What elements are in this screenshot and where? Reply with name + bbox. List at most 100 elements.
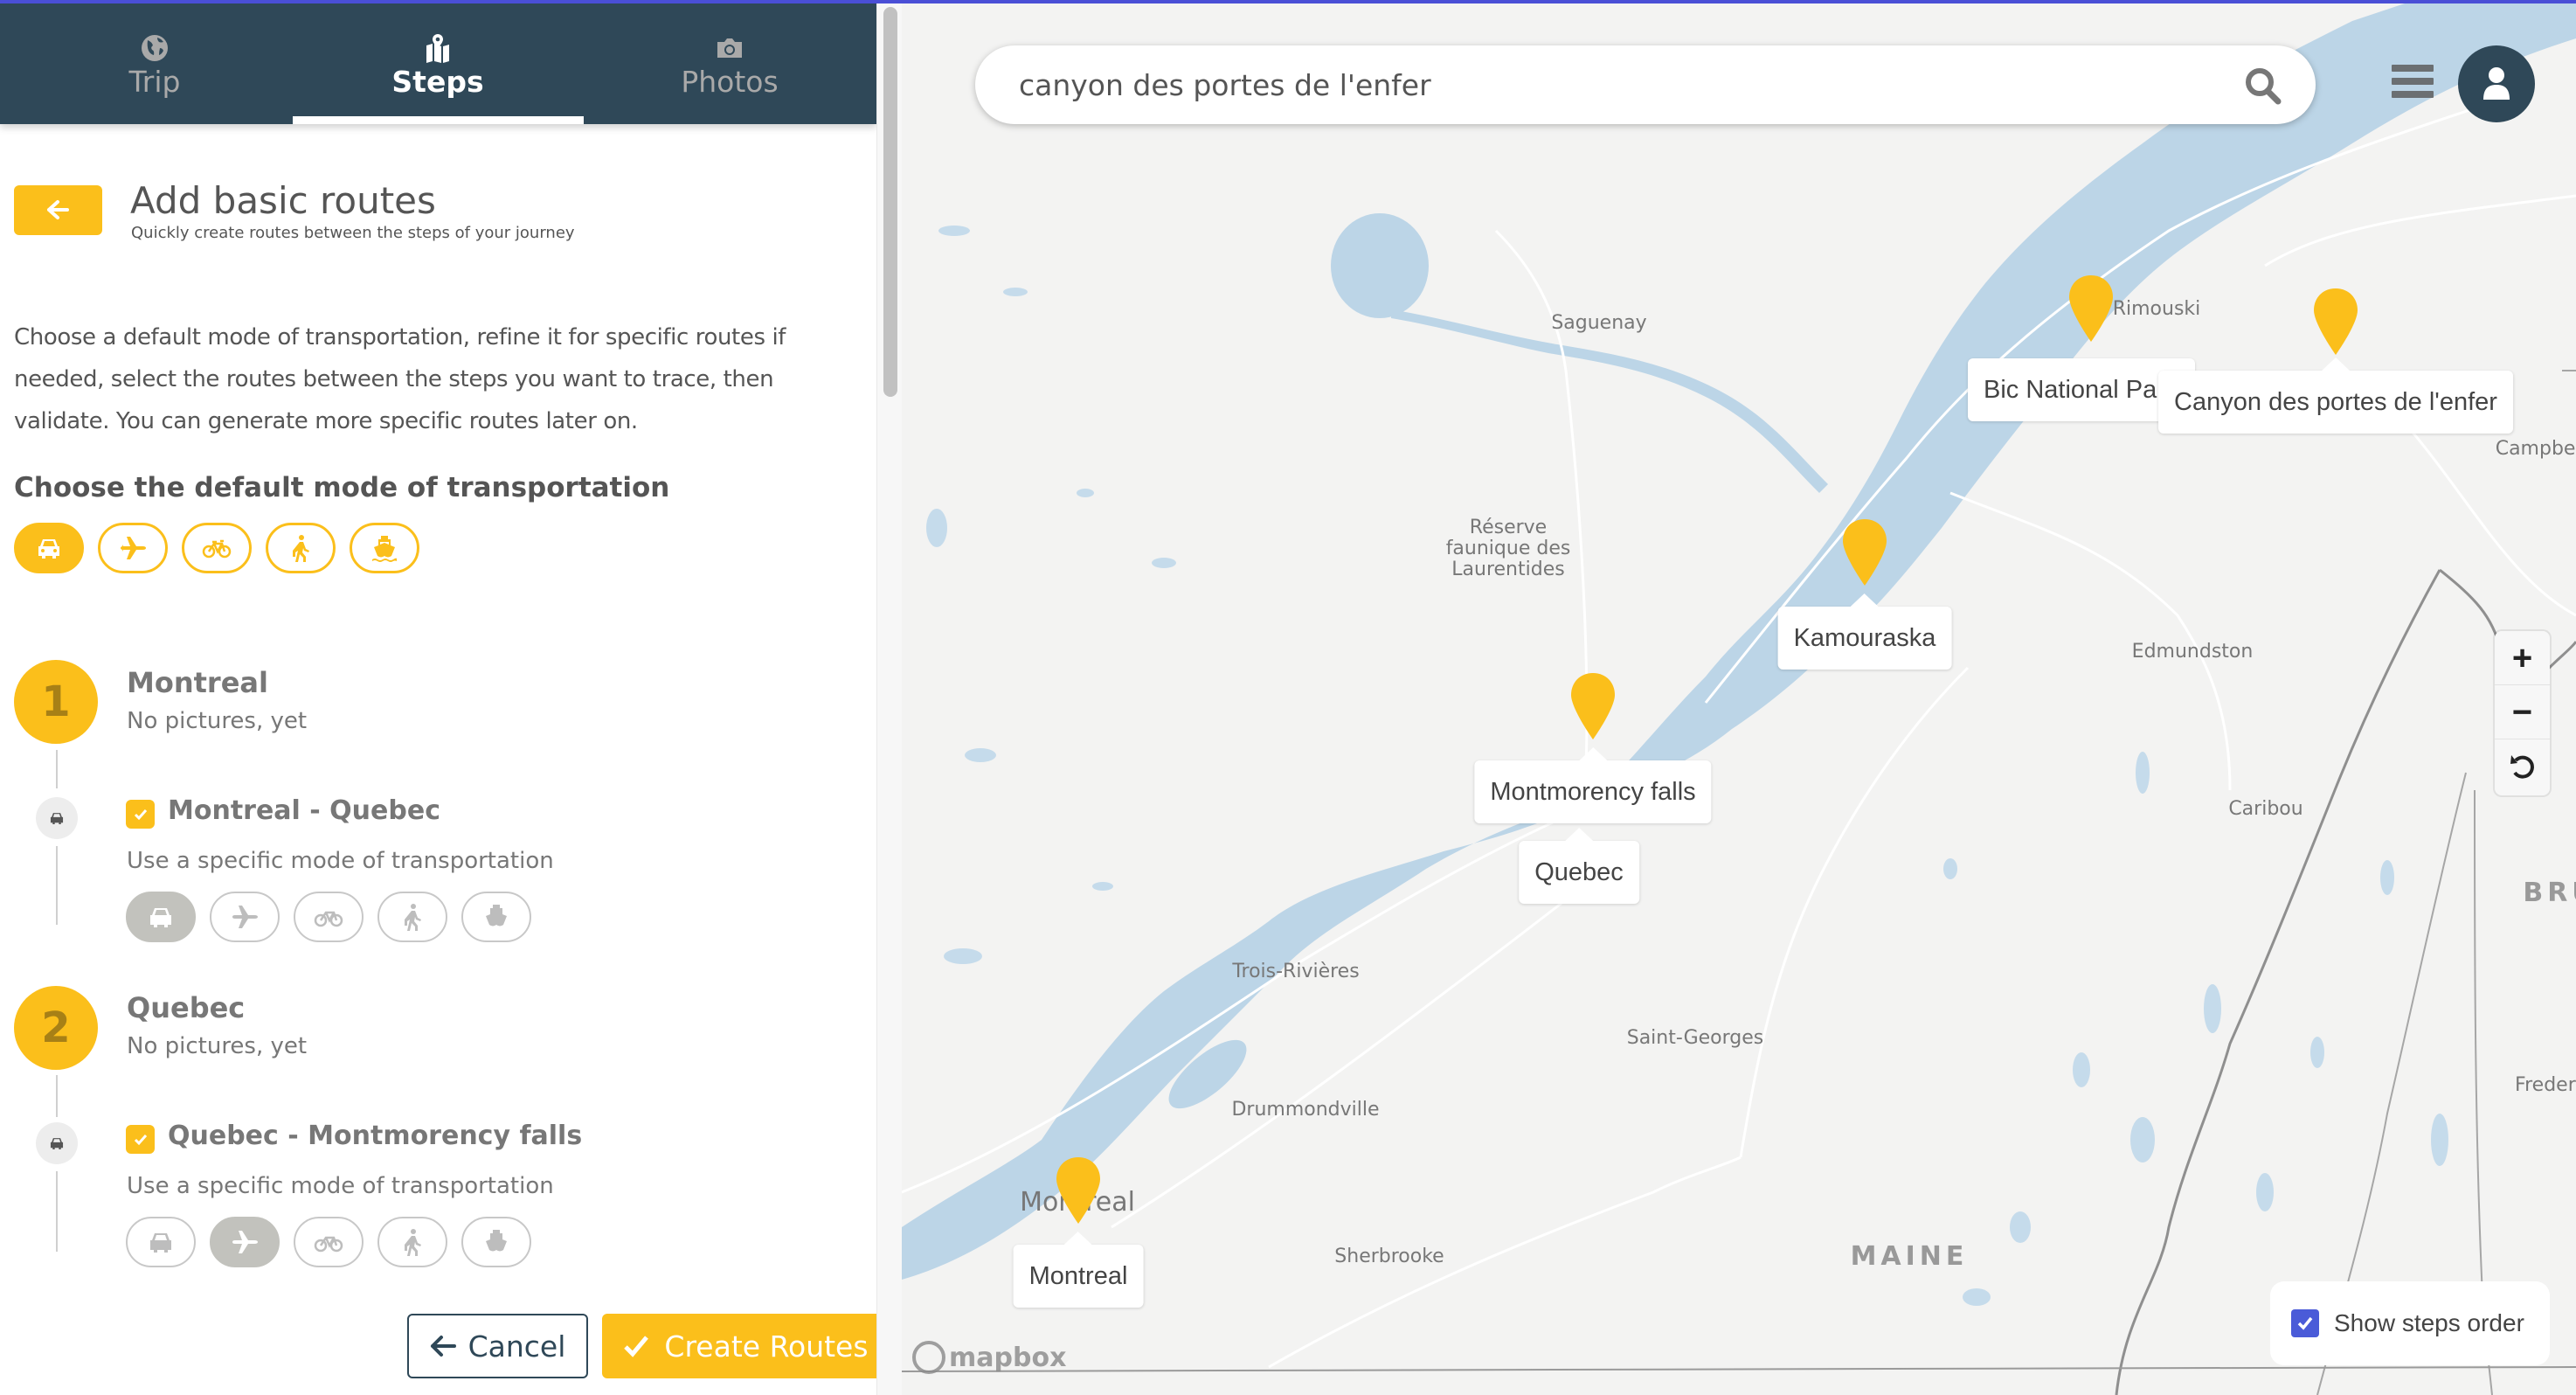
mode-car-button[interactable]	[126, 1217, 196, 1267]
tab-label: Steps	[391, 65, 484, 99]
hamburger-menu-button[interactable]	[2392, 65, 2434, 103]
show-steps-order-checkbox[interactable]	[2291, 1309, 2319, 1337]
mode-plane-button[interactable]	[210, 892, 280, 942]
place-label: Caribou	[2228, 798, 2303, 820]
mode-walk-button[interactable]	[377, 892, 447, 942]
ship-icon	[372, 536, 397, 562]
car-icon	[38, 539, 59, 559]
place-label: Saguenay	[1551, 312, 1647, 334]
cancel-button[interactable]: Cancel	[407, 1314, 588, 1378]
show-steps-order-toggle[interactable]: Show steps order	[2270, 1281, 2550, 1365]
steps-panel: Trip Steps Photos Add basic routes Quick…	[0, 0, 876, 1395]
window-top-border	[0, 0, 2576, 3]
search-bar	[975, 45, 2316, 124]
bike-icon	[202, 539, 232, 559]
mode-bike-button[interactable]	[182, 523, 252, 573]
step-name[interactable]: Quebec	[127, 991, 245, 1024]
marker-label[interactable]: Montmorency falls	[1474, 747, 1712, 823]
panel-scrollbar-thumb[interactable]	[883, 7, 897, 397]
plane-icon	[121, 537, 146, 559]
tab-trip[interactable]: Trip	[9, 3, 301, 124]
route-mode-indicator	[36, 1122, 78, 1164]
route-label: Quebec - Montmorency falls	[168, 1121, 583, 1151]
default-mode-selector	[14, 523, 419, 573]
mode-boat-button[interactable]	[461, 1217, 531, 1267]
globe-icon	[142, 35, 168, 61]
hamburger-icon-bar	[2392, 91, 2434, 98]
map-basemap	[902, 3, 2576, 1395]
tab-steps[interactable]: Steps	[292, 3, 584, 124]
route-checkbox[interactable]	[126, 800, 155, 829]
map-marker-montmorency-falls[interactable]	[1568, 671, 1617, 741]
mode-bike-button[interactable]	[294, 1217, 364, 1267]
check-icon	[624, 1336, 649, 1357]
route-label: Montreal - Quebec	[168, 795, 440, 826]
marker-label[interactable]: Montreal	[1013, 1232, 1144, 1308]
map-marker-bic-national-park[interactable]	[2067, 274, 2116, 344]
place-label: Saint-Georges	[1626, 1027, 1764, 1049]
step-pictures-status: No pictures, yet	[127, 708, 308, 734]
mode-walk-button[interactable]	[377, 1217, 447, 1267]
lake-saint-jean	[1331, 213, 1429, 318]
map-zoom-controls: + −	[2495, 631, 2550, 795]
intro-text: Choose a default mode of transportation,…	[14, 324, 786, 434]
route-mode-selector	[126, 1217, 531, 1267]
marker-label[interactable]: Kamouraska	[1777, 593, 1952, 670]
route-specific-mode-label: Use a specific mode of transportation	[127, 848, 554, 874]
timeline-line	[56, 750, 58, 788]
car-icon	[50, 813, 64, 825]
check-icon	[2297, 1316, 2313, 1330]
back-button[interactable]	[14, 185, 102, 235]
saguenay-river	[1391, 309, 1828, 493]
zoom-in-button[interactable]: +	[2495, 631, 2550, 685]
map-canvas[interactable]: Saguenay Rimouski Réserve faunique des L…	[902, 3, 2576, 1395]
map-marker-kamouraska[interactable]	[1840, 517, 1889, 587]
user-avatar-button[interactable]	[2458, 45, 2535, 122]
rotate-icon	[2510, 755, 2534, 779]
step-number-badge: 2	[14, 986, 98, 1070]
page-subtitle: Quickly create routes between the steps …	[131, 224, 575, 242]
create-routes-button[interactable]: Create Routes	[602, 1314, 876, 1378]
hamburger-icon-bar	[2392, 65, 2434, 72]
page-title: Add basic routes	[130, 179, 436, 222]
place-label: Edmundston	[2131, 641, 2254, 663]
mode-plane-button[interactable]	[98, 523, 168, 573]
marker-label[interactable]: Canyon des portes de l'enfer	[2158, 357, 2513, 434]
reset-bearing-button[interactable]	[2495, 739, 2550, 794]
show-steps-order-label: Show steps order	[2334, 1309, 2524, 1336]
mode-car-button[interactable]	[14, 523, 84, 573]
step-name[interactable]: Montreal	[127, 666, 268, 699]
mode-bike-button[interactable]	[294, 892, 364, 942]
search-input[interactable]	[1019, 61, 2199, 108]
mode-boat-button[interactable]	[350, 523, 419, 573]
tab-photos[interactable]: Photos	[584, 3, 876, 124]
bike-icon	[314, 911, 343, 927]
place-label: Frederic	[2515, 1074, 2576, 1096]
map-marker-montreal[interactable]	[1054, 1156, 1103, 1225]
marker-label[interactable]: Quebec	[1519, 828, 1639, 904]
walk-icon	[405, 1229, 421, 1256]
place-label: BRU	[2523, 878, 2576, 908]
mode-boat-button[interactable]	[461, 892, 531, 942]
car-icon	[50, 1138, 64, 1150]
panel-header: Trip Steps Photos	[0, 3, 876, 124]
plane-icon	[232, 1231, 258, 1253]
car-icon	[150, 908, 171, 927]
mode-car-button[interactable]	[126, 892, 196, 942]
mode-walk-button[interactable]	[266, 523, 336, 573]
ship-icon	[486, 1230, 507, 1252]
route-mode-indicator	[36, 797, 78, 839]
place-label: Réserve faunique des Laurentides	[1445, 517, 1571, 580]
user-icon	[2483, 67, 2510, 100]
mapbox-icon	[912, 1341, 945, 1374]
map-marker-canyon-des-portes-de-l-enfer[interactable]	[2311, 287, 2360, 357]
arrow-left-icon	[47, 200, 69, 219]
mode-plane-button[interactable]	[210, 1217, 280, 1267]
zoom-out-button[interactable]: −	[2495, 685, 2550, 739]
st-lawrence-river	[902, 3, 2576, 1280]
search-icon[interactable]	[2244, 66, 2282, 105]
mapbox-attribution-logo[interactable]: mapbox	[912, 1341, 1066, 1374]
place-label: Rimouski	[2112, 298, 2201, 320]
route-checkbox[interactable]	[126, 1125, 155, 1154]
place-label: Drummondville	[1231, 1099, 1380, 1121]
